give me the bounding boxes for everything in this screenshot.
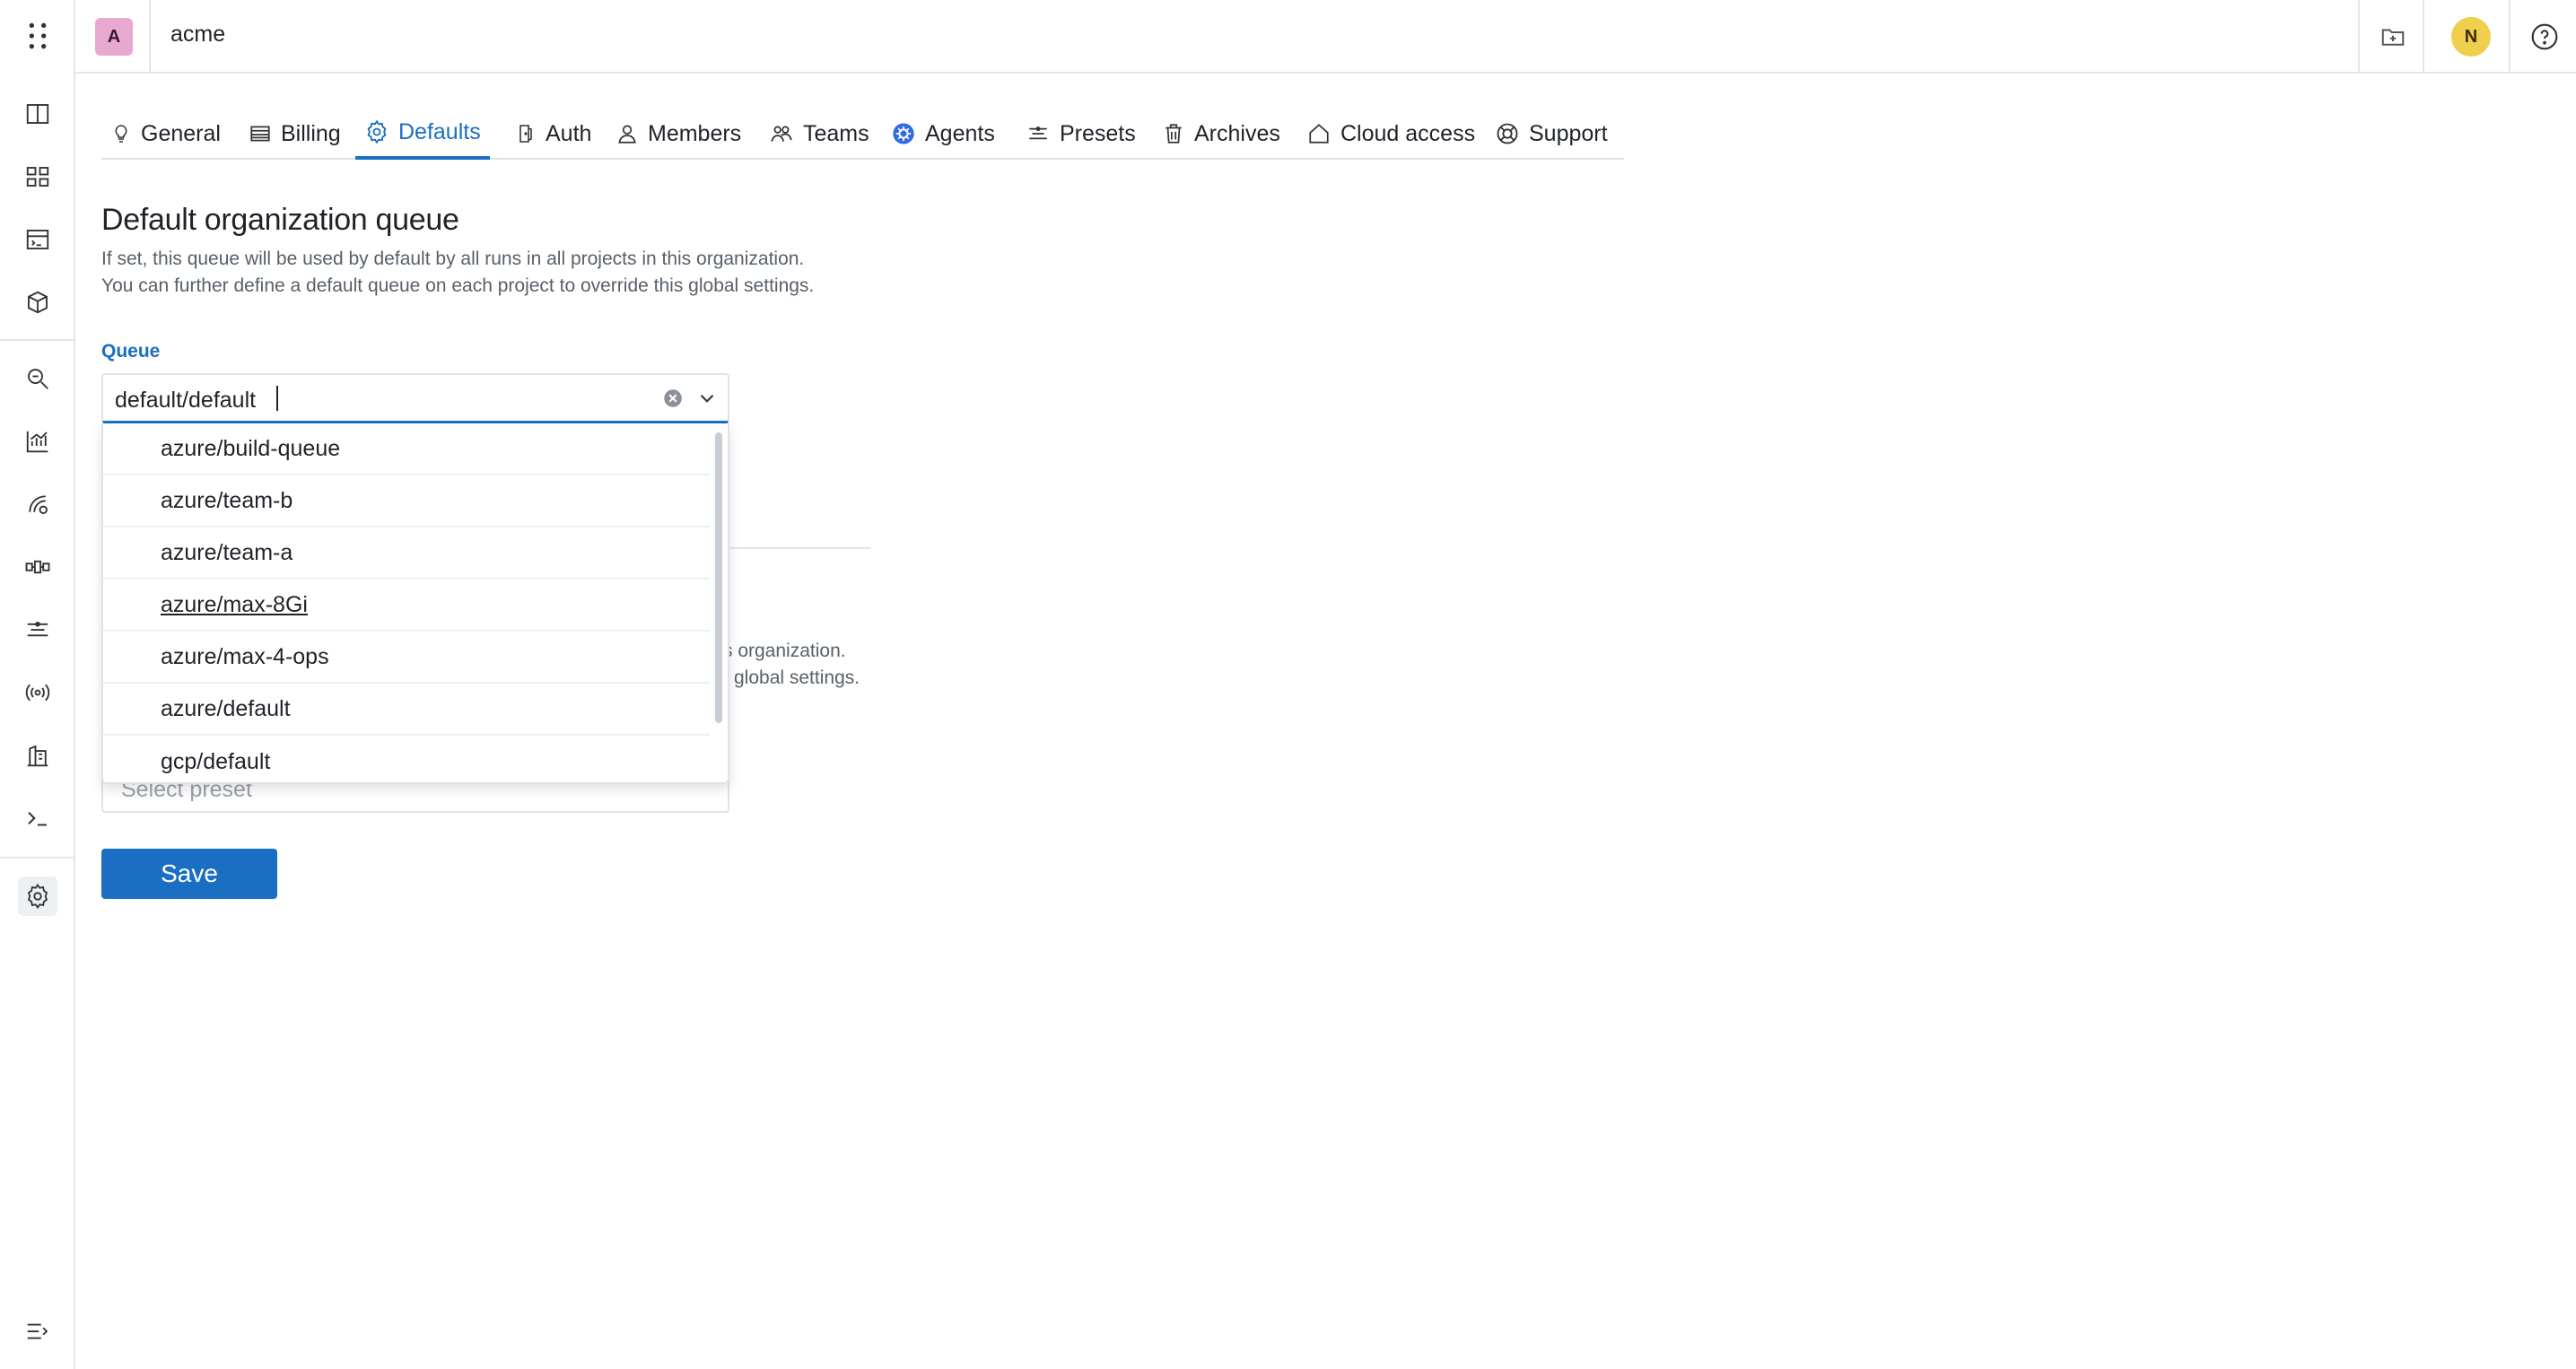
divider — [0, 857, 75, 859]
tab-label: Support — [1529, 120, 1608, 146]
lifebuoy-icon — [1497, 123, 1518, 144]
gear-icon — [367, 119, 387, 144]
apps-grip-icon[interactable] — [20, 18, 56, 54]
home-icon — [1309, 124, 1329, 144]
tab-label: Teams — [803, 120, 869, 146]
queue-option[interactable]: azure/team-b — [103, 475, 710, 528]
tab-label: Archives — [1194, 120, 1280, 146]
new-folder-icon[interactable] — [2374, 18, 2412, 56]
queue-option[interactable]: azure/default — [103, 684, 710, 736]
tab-label: General — [141, 120, 221, 146]
collapse-icon[interactable] — [18, 1312, 57, 1351]
chevron-down-icon[interactable] — [695, 387, 719, 410]
settings-tabs: General Billing Defaults Auth Members Te… — [101, 108, 1624, 160]
description-fragment: s organization. — [723, 641, 846, 661]
tab-presets[interactable]: Presets — [1017, 108, 1145, 160]
text-caret — [276, 386, 278, 411]
tab-cloud-access[interactable]: Cloud access — [1297, 108, 1484, 160]
trash-icon — [1166, 124, 1182, 144]
tab-label: Billing — [281, 120, 341, 146]
lineage-icon[interactable] — [18, 484, 57, 524]
user-avatar[interactable]: N — [2451, 17, 2491, 57]
tab-defaults[interactable]: Defaults — [355, 108, 490, 160]
settings-icon[interactable] — [18, 876, 57, 916]
queue-option[interactable]: gcp/default — [103, 736, 710, 782]
search-icon[interactable] — [18, 359, 57, 398]
clear-icon[interactable] — [661, 387, 685, 410]
queue-option[interactable]: azure/max-8Gi — [103, 580, 710, 632]
queue-value: default/default — [115, 388, 257, 413]
tab-auth[interactable]: Auth — [506, 108, 600, 160]
terminal-icon[interactable] — [18, 798, 57, 838]
tab-general[interactable]: General — [101, 108, 230, 160]
top-bar: A acme N — [0, 0, 2576, 74]
tab-label: Cloud access — [1340, 120, 1476, 146]
columns-icon[interactable] — [18, 94, 57, 134]
member-icon — [618, 125, 636, 144]
divider — [2509, 0, 2511, 74]
help-icon[interactable] — [2526, 18, 2563, 56]
broadcast-icon[interactable] — [18, 673, 57, 712]
menu-scrollbar[interactable] — [715, 432, 722, 723]
tab-label: Auth — [546, 120, 592, 146]
tab-label: Defaults — [398, 118, 481, 144]
page-title: Default organization queue — [101, 203, 459, 237]
tab-members[interactable]: Members — [607, 108, 750, 160]
auth-icon — [520, 125, 532, 143]
teams-icon — [771, 126, 792, 142]
tab-support[interactable]: Support — [1486, 108, 1617, 160]
description-line: You can further define a default queue o… — [101, 275, 815, 296]
tab-label: Members — [648, 120, 742, 146]
presets-icon[interactable] — [18, 610, 57, 650]
tab-teams[interactable]: Teams — [760, 108, 878, 160]
queue-option[interactable]: azure/max-4-ops — [103, 632, 710, 684]
description-line: If set, this queue will be used by defau… — [101, 249, 805, 269]
building-icon[interactable] — [18, 736, 57, 775]
presets-icon — [1029, 126, 1047, 140]
runs-icon[interactable] — [18, 220, 57, 259]
tab-agents[interactable]: Agents — [882, 108, 1004, 160]
pipeline-icon[interactable] — [18, 547, 57, 587]
dashboard-icon[interactable] — [18, 157, 57, 196]
sidebar — [0, 0, 75, 1369]
description-fragment: global settings. — [734, 667, 860, 688]
cube-icon[interactable] — [18, 283, 57, 322]
lightbulb-icon — [115, 125, 127, 143]
queue-select[interactable]: default/default — [101, 373, 729, 423]
queue-label: Queue — [101, 341, 161, 362]
tab-archives[interactable]: Archives — [1153, 108, 1289, 160]
kubernetes-icon — [893, 123, 914, 144]
tab-billing[interactable]: Billing — [240, 108, 350, 160]
queue-option[interactable]: azure/team-a — [103, 528, 710, 580]
divider — [149, 0, 151, 74]
chart-icon[interactable] — [18, 422, 57, 461]
queue-options-menu: azure/build-queue azure/team-b azure/tea… — [101, 423, 729, 784]
tab-label: Presets — [1060, 120, 1136, 146]
divider — [2423, 0, 2424, 74]
org-avatar[interactable]: A — [95, 18, 133, 56]
tab-label: Agents — [925, 120, 995, 146]
billing-icon — [250, 126, 270, 142]
divider — [0, 339, 75, 341]
save-button[interactable]: Save — [101, 849, 277, 899]
queue-option[interactable]: azure/build-queue — [103, 423, 710, 475]
divider — [2358, 0, 2360, 74]
org-name[interactable]: acme — [170, 22, 225, 48]
